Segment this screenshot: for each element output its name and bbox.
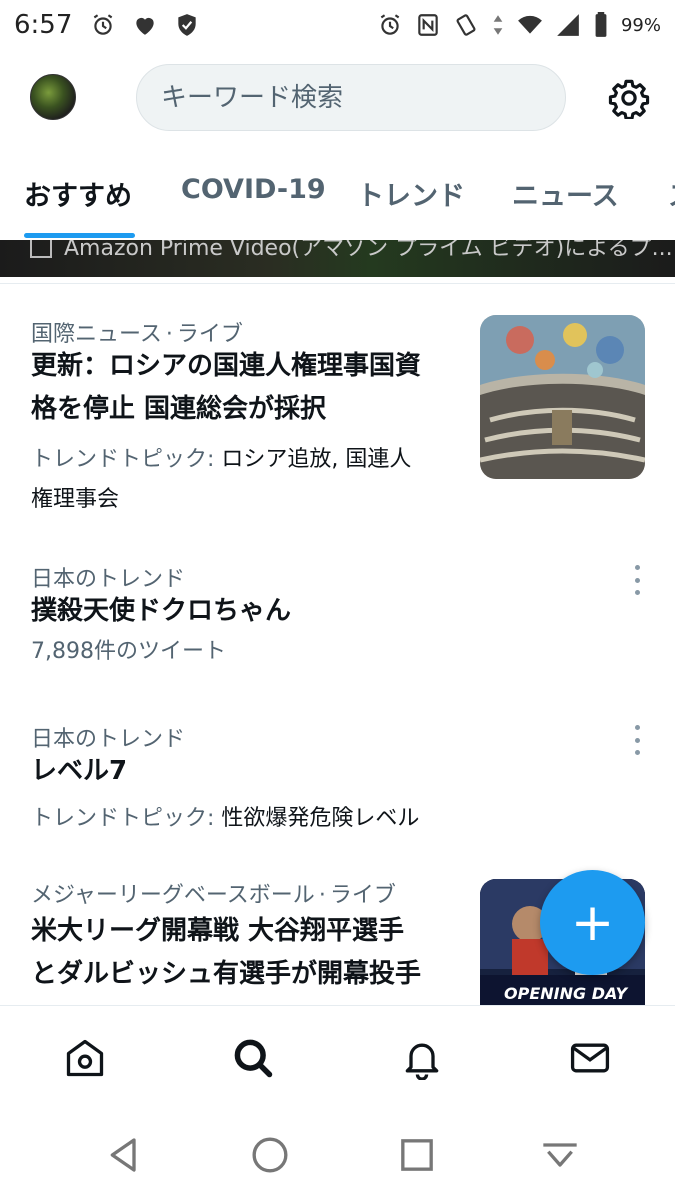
compose-plus-icon: + xyxy=(570,892,615,953)
explore-header xyxy=(0,50,675,145)
heart-icon xyxy=(136,17,155,35)
avatar[interactable] xyxy=(30,74,76,120)
topics-value: ロシア追放, 国連人 xyxy=(221,447,412,472)
opening-day-label: OPENING DAY xyxy=(504,984,628,1003)
trend-item[interactable]: 日本のトレンド レベル7 トレンドトピック: 性欲爆発危険レベル xyxy=(0,705,675,845)
live-label: ライブ xyxy=(329,883,396,908)
data-arrows-icon xyxy=(493,15,503,35)
compose-button[interactable]: + xyxy=(540,870,645,975)
category-label: 国際ニュース xyxy=(31,322,162,347)
more-vertical-icon[interactable] xyxy=(628,725,646,755)
title-line: 更新：ロシアの国連人権理事国資 xyxy=(31,351,422,381)
external-link-icon xyxy=(30,240,52,258)
tab-trends[interactable]: トレンド xyxy=(357,174,465,213)
tab-covid19[interactable]: COVID-19 xyxy=(181,174,326,205)
tweet-count: 7,898件のツイート xyxy=(31,639,226,664)
search-icon[interactable] xyxy=(231,1036,275,1080)
wifi-icon xyxy=(518,15,542,34)
explore-tabs: おすすめ COVID-19 トレンド ニュース ス xyxy=(0,160,675,240)
nfc-icon xyxy=(418,14,438,36)
trend-item[interactable]: 日本のトレンド 撲殺天使ドクロちゃん 7,898件のツイート xyxy=(0,545,675,685)
battery-icon xyxy=(595,12,607,37)
trend-title: 撲殺天使ドクロちゃん xyxy=(31,596,292,626)
active-tab-indicator xyxy=(24,233,135,238)
trend-thumbnail[interactable] xyxy=(480,315,645,479)
trend-category: メジャーリーグベースボール · ライブ xyxy=(31,877,396,909)
trend-category: 日本のトレンド xyxy=(31,727,186,752)
tab-sports[interactable]: ス xyxy=(668,174,675,213)
title-line: とダルビッシュ有選手が開幕投手 xyxy=(31,959,422,989)
gear-icon[interactable] xyxy=(608,77,650,119)
tab-recommended[interactable]: おすすめ xyxy=(24,174,132,213)
bell-icon[interactable] xyxy=(400,1036,444,1080)
live-label: ライブ xyxy=(176,322,243,347)
status-bar: 6:57 99% xyxy=(0,0,675,50)
topics-label: トレンドトピック: xyxy=(31,447,222,472)
trend-topics: トレンドトピック: 性欲爆発危険レベル xyxy=(31,799,419,839)
bottom-nav xyxy=(0,1005,675,1110)
status-time: 6:57 xyxy=(14,10,73,40)
category-label: メジャーリーグベースボール xyxy=(31,883,315,908)
back-icon[interactable] xyxy=(104,1135,144,1175)
home-icon[interactable] xyxy=(63,1036,107,1080)
home-circle-icon[interactable] xyxy=(250,1135,290,1175)
topics-value: 権理事会 xyxy=(31,487,120,512)
tab-news[interactable]: ニュース xyxy=(512,174,619,213)
system-nav-bar xyxy=(0,1110,675,1200)
mail-icon[interactable] xyxy=(568,1036,612,1080)
more-vertical-icon[interactable] xyxy=(628,565,646,595)
search-input[interactable] xyxy=(161,82,565,113)
battery-percent: 99% xyxy=(620,14,661,36)
divider xyxy=(0,283,675,284)
title-line: 米大リーグ開幕戦 大谷翔平選手 xyxy=(31,916,405,946)
un-assembly-hall-photo xyxy=(480,315,645,479)
banner-text: Amazon Prime Video(アマゾン プライム ビデオ)によるプ... xyxy=(64,240,673,261)
trend-title: 更新：ロシアの国連人権理事国資 格を停止 国連総会が採択 xyxy=(31,345,421,431)
search-box[interactable] xyxy=(136,64,566,131)
trend-category: 日本のトレンド xyxy=(31,567,186,592)
trend-topics: トレンドトピック: ロシア追放, 国連人 権理事会 xyxy=(31,440,411,520)
keyboard-hide-icon[interactable] xyxy=(540,1135,580,1175)
topics-label: トレンドトピック: xyxy=(31,806,222,831)
trend-title: レベル7 xyxy=(31,756,128,786)
shield-check-icon xyxy=(178,14,197,36)
trend-title: 米大リーグ開幕戦 大谷翔平選手 とダルビッシュ有選手が開幕投手 xyxy=(31,910,421,996)
trend-category: 国際ニュース · ライブ xyxy=(31,316,243,348)
alarm-icon xyxy=(94,14,113,35)
topics-value: 性欲爆発危険レベル xyxy=(221,806,420,831)
vibrate-icon xyxy=(456,14,476,36)
trend-item[interactable]: 国際ニュース · ライブ 更新：ロシアの国連人権理事国資 格を停止 国連総会が採択 … xyxy=(0,300,675,530)
separator: · xyxy=(318,883,326,908)
title-line: 格を停止 国連総会が採択 xyxy=(31,394,327,424)
featured-banner[interactable]: Amazon Prime Video(アマゾン プライム ビデオ)によるプ... xyxy=(0,240,675,277)
recents-icon[interactable] xyxy=(397,1135,437,1175)
separator: · xyxy=(165,322,173,347)
alarm-icon xyxy=(380,14,400,35)
signal-icon xyxy=(557,14,579,36)
